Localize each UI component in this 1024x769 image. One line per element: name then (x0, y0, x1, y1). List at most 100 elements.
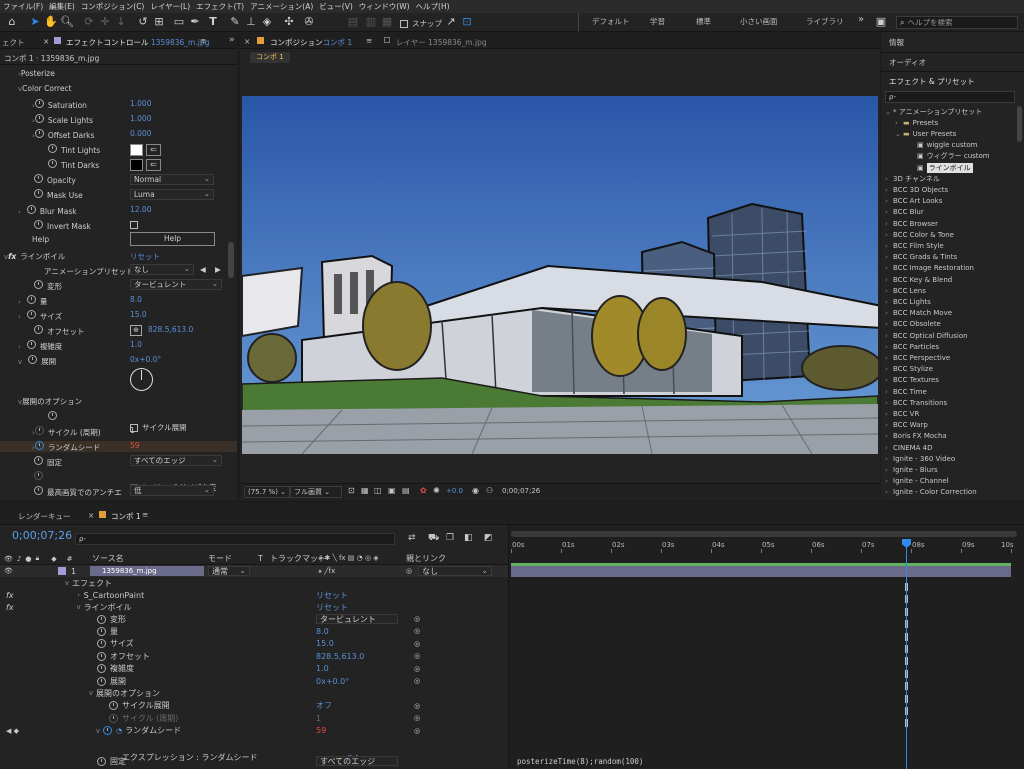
pan-camera-icon[interactable]: ✛ (98, 15, 112, 29)
effects-tree-item[interactable]: › BCC VR (881, 408, 1016, 419)
eye-icon[interactable]: 👁︎ (4, 555, 13, 563)
zoom-dropdown[interactable]: (75.7 %) ⌄ (244, 486, 291, 498)
align2-icon[interactable]: ▥ (364, 15, 378, 29)
chevron-right-icon[interactable]: › (885, 421, 893, 429)
comp-breadcrumb[interactable]: コンポ 1 (250, 52, 290, 63)
effects-tree-item[interactable]: › BCC Lens (881, 285, 1016, 296)
effects-tree-item[interactable]: ⌄ * アニメーションプリセット (881, 106, 1016, 117)
stopwatch-icon[interactable] (26, 295, 36, 304)
stopwatch-icon[interactable] (34, 486, 43, 495)
pickwhip-icon[interactable]: ◎ (414, 665, 420, 673)
property-row[interactable]: 複雑度 1.0 ◎ (0, 663, 508, 675)
label-icon[interactable]: ◆ (51, 555, 56, 563)
layer-switches[interactable]: ⚹ ╱fx (318, 567, 335, 576)
property-row[interactable]: ◀ ◆ v ◔ ランダムシード 59 ◎ (0, 725, 508, 737)
stopwatch-icon[interactable] (26, 310, 36, 319)
evolution-value[interactable]: 0x+0.0° (130, 355, 161, 364)
solo-icon[interactable]: ● (25, 555, 31, 563)
menu-composition[interactable]: コンポジション(C) (81, 1, 145, 12)
effects-tree-item[interactable]: ⌄ ▬ User Presets (881, 128, 1016, 139)
audio-icon[interactable]: ♪ (17, 555, 21, 563)
property-value[interactable]: 828.5,613.0 (316, 652, 364, 661)
chevron-right-icon[interactable]: › (885, 432, 893, 440)
effects-tree-item[interactable]: › 3D チャンネル (881, 173, 1016, 184)
brush-tool-icon[interactable]: ✎ (228, 15, 242, 29)
animation-preset-dropdown[interactable]: なし ⌄ (130, 264, 194, 275)
menu-animation[interactable]: アニメーション(A) (250, 1, 313, 12)
source-name-header[interactable]: ソース名 (92, 553, 124, 564)
property-value[interactable]: 0x+0.0° (316, 677, 349, 686)
chevron-right-icon[interactable]: › (885, 444, 893, 452)
opacity-dropdown[interactable]: Normal ⌄ (130, 174, 214, 185)
layer-duration-bar[interactable] (511, 566, 1011, 577)
orbit-camera-icon[interactable]: ⟳ (82, 15, 96, 29)
effects-tree-item[interactable]: › ▬ Presets (881, 117, 1016, 128)
property-value[interactable]: 15.0 (316, 639, 334, 648)
resolution-dropdown[interactable]: フル画質 ⌄ (290, 486, 342, 498)
amount-value[interactable]: 8.0 (130, 295, 142, 304)
eyedropper-icon[interactable]: ⇐ (146, 159, 161, 171)
expression-icon[interactable]: ◔ (116, 727, 122, 735)
size-value[interactable]: 15.0 (130, 310, 147, 319)
stopwatch-icon[interactable] (48, 159, 57, 168)
evolution-options-label[interactable]: 展開のオプション (22, 397, 82, 406)
property-row[interactable]: サイクル (周期) 1 ◎ (0, 712, 508, 724)
color-management-icon[interactable]: ✿ (420, 486, 427, 495)
stopwatch-icon[interactable] (103, 726, 112, 736)
effects-tree-item[interactable]: › BCC Textures (881, 375, 1016, 386)
chevron-right-icon[interactable]: › (885, 455, 893, 463)
complexity-value[interactable]: 1.0 (130, 340, 142, 349)
pickwhip-icon[interactable]: ◎ (414, 640, 420, 648)
stopwatch-icon[interactable] (97, 639, 106, 649)
layer-row[interactable]: 👁︎ 1 1359836_m.jpg 通常 ⌄ ⚹ ╱fx ◎ なし ⌄ (0, 565, 508, 577)
reset-link[interactable]: リセット (316, 602, 348, 613)
chevron-right-icon[interactable]: › (885, 186, 893, 194)
evolution-options-group[interactable]: v 展開のオプション (0, 687, 508, 699)
chevron-right-icon[interactable]: › (885, 399, 893, 407)
time-ruler[interactable]: 00s 01s 02s 03s 04s 05s 06s 07s 08s 09s 10s (509, 539, 1024, 553)
more-workspaces-button[interactable]: » (858, 14, 864, 25)
effects-tree-item[interactable]: › Ignite - Channel (881, 476, 1016, 487)
snap-options-icon[interactable]: ↗ (444, 15, 458, 29)
reset-link[interactable]: リセット (130, 251, 160, 262)
snap-toggle[interactable]: スナップ (400, 18, 442, 29)
mask-use-dropdown[interactable]: Luma ⌄ (130, 189, 214, 200)
layer-tab[interactable]: レイヤー 1359836_m.jpg (396, 37, 487, 48)
chevron-right-icon[interactable]: › (885, 220, 893, 228)
stopwatch-icon[interactable] (34, 189, 43, 198)
effects-tree-item[interactable]: › BCC Key & Blend (881, 274, 1016, 285)
help-button[interactable]: Help (130, 232, 215, 246)
close-icon[interactable]: × (244, 37, 250, 46)
cartoon-paint-effect[interactable]: fx › S_CartoonPaint リセット (0, 589, 508, 601)
zoom-tool-icon[interactable]: 🔍︎ (60, 15, 74, 29)
hand-tool-icon[interactable]: ✋ (44, 15, 58, 29)
chevron-down-icon[interactable]: ⌄ (895, 130, 903, 138)
offset-darks-value[interactable]: 0.000 (130, 129, 151, 138)
clone-stamp-icon[interactable]: ⊥ (244, 15, 258, 29)
expand-panels-icon[interactable]: » (229, 35, 235, 45)
effects-tree-item[interactable]: › BCC Time (881, 386, 1016, 397)
chevron-right-icon[interactable]: › (885, 276, 893, 284)
pen-tool-icon[interactable]: ✒ (188, 15, 202, 29)
comp-mini-flowchart-icon[interactable]: ⇄ (408, 533, 416, 543)
property-value[interactable]: 1.0 (316, 664, 329, 673)
channels-icon[interactable]: ▤ (402, 486, 410, 495)
audio-panel-tab[interactable]: オーディオ (889, 57, 926, 68)
stopwatch-icon[interactable] (26, 340, 36, 349)
type-tool-icon[interactable]: T (206, 15, 220, 29)
effects-tree-item[interactable]: › BCC Warp (881, 420, 1016, 431)
saturation-value[interactable]: 1.000 (130, 99, 151, 108)
home-icon[interactable]: ⌂ (5, 15, 19, 29)
chevron-right-icon[interactable]: › (885, 309, 893, 317)
transparency-grid-icon[interactable]: ▦ (361, 486, 369, 495)
anchor-tool-icon[interactable]: ⊞ (152, 15, 166, 29)
effects-tree-item[interactable]: › BCC Optical Diffusion (881, 330, 1016, 341)
effects-tree-item[interactable]: › CINEMA 4D (881, 442, 1016, 453)
chevron-right-icon[interactable]: › (885, 410, 893, 418)
chevron-right-icon[interactable]: › (885, 488, 893, 496)
effects-tree-item[interactable]: ▣ wiggle custom (881, 140, 1016, 151)
property-row[interactable]: 展開 0x+0.0° ◎ (0, 675, 508, 687)
property-row[interactable]: 固定 すべてのエッジ (0, 755, 508, 767)
draft-3d-icon[interactable]: ⛟ (428, 533, 439, 544)
stopwatch-icon[interactable] (34, 280, 43, 289)
